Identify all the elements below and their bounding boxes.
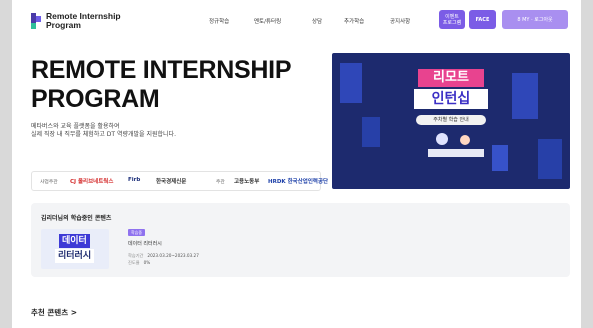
hero-title-line2: PROGRAM — [31, 85, 160, 113]
course-thumbnail[interactable]: 데이터 리터러시 — [41, 229, 109, 269]
partner-hankyung-logo: 한국경제신문 — [156, 179, 187, 185]
nav-item-mentoring[interactable]: 멘토/튜터링 — [254, 17, 281, 25]
partner-cj-logo: CJ 올리브네트웍스 — [70, 179, 114, 185]
banner-subtitle: 주차별 학습 안내 — [416, 115, 486, 125]
banner-block — [538, 139, 562, 179]
banner-block — [492, 145, 508, 171]
thumb-title-2: 리터러시 — [55, 249, 95, 263]
course-progress: 진도율 0% — [128, 260, 150, 266]
banner-block — [362, 117, 380, 147]
hero-desc-line1: 메타버스와 교육 플랫폼을 활용하여 — [31, 123, 120, 130]
nav-item-extra[interactable]: 추가학습 — [344, 17, 364, 25]
nav-item-notice[interactable]: 공지사항 — [390, 17, 410, 25]
banner-person-icon — [436, 133, 448, 145]
logo-mark-icon — [31, 13, 41, 29]
sponsor-moel-logo: 고용노동부 — [234, 179, 260, 185]
nav-item-consult[interactable]: 상담 — [312, 17, 322, 25]
host-label: 사업주관 — [40, 180, 58, 185]
banner-title-2: 인턴십 — [414, 89, 488, 109]
event-program-button[interactable]: 이벤트 프로그램 — [439, 10, 465, 29]
nav-item-regular[interactable]: 정규학습 — [209, 17, 229, 25]
partners-bar: 사업주관 CJ 올리브네트웍스 Firb 한국경제신문 주관 고용노동부 HRD… — [31, 171, 328, 191]
progress-label: 진도율 — [128, 260, 140, 265]
banner-person-icon — [460, 135, 470, 145]
hero-title: REMOTE INTERNSHIP PROGRAM — [31, 56, 292, 114]
user-menu-button[interactable]: 8 MY · 로그아웃 — [502, 10, 568, 29]
sponsor-label: 주관 — [216, 180, 225, 185]
banner-block — [512, 73, 538, 119]
progress-value: 0% — [143, 260, 151, 265]
sponsor-hrdk-logo: HRDK 한국산업인력공단 — [268, 179, 329, 185]
banner-block — [340, 63, 362, 103]
recommend-section-title[interactable]: 추천 콘텐츠 > — [31, 307, 77, 318]
logo-line2: Program — [46, 20, 81, 30]
period-label: 학습기간 — [128, 253, 144, 258]
site-logo[interactable]: Remote Internship Program — [31, 12, 121, 30]
face-button[interactable]: FACE — [469, 10, 496, 29]
partner-firb-logo: Firb — [128, 177, 141, 183]
logo-text: Remote Internship Program — [46, 12, 121, 30]
learning-content-card: 김리더님의 학습중인 콘텐츠 데이터 리터러시 학습중 데이터 리터러시 학습기… — [31, 203, 570, 277]
hero-description: 메타버스와 교육 플랫폼을 활용하여 실제 직장 내 직무를 체험하고 DT 역… — [31, 123, 176, 139]
hero-banner[interactable]: 리모트 인턴십 주차별 학습 안내 — [332, 53, 570, 189]
status-badge: 학습중 — [128, 229, 146, 236]
course-period: 학습기간 2023.03.20~2023.03.27 — [128, 253, 199, 259]
page: Remote Internship Program 정규학습 멘토/튜터링 상담… — [12, 0, 581, 328]
period-value: 2023.03.20~2023.03.27 — [147, 253, 199, 258]
learning-section-title: 김리더님의 학습중인 콘텐츠 — [41, 215, 112, 222]
course-name[interactable]: 데이터 리터러시 — [128, 240, 162, 247]
thumb-title-1: 데이터 — [59, 234, 90, 248]
banner-title-1: 리모트 — [418, 69, 484, 87]
hero-desc-line2: 실제 직장 내 직무를 체험하고 DT 역량개발을 지원합니다. — [31, 131, 176, 138]
banner-desk — [428, 149, 484, 157]
hero-title-line1: REMOTE INTERNSHIP — [31, 56, 292, 84]
